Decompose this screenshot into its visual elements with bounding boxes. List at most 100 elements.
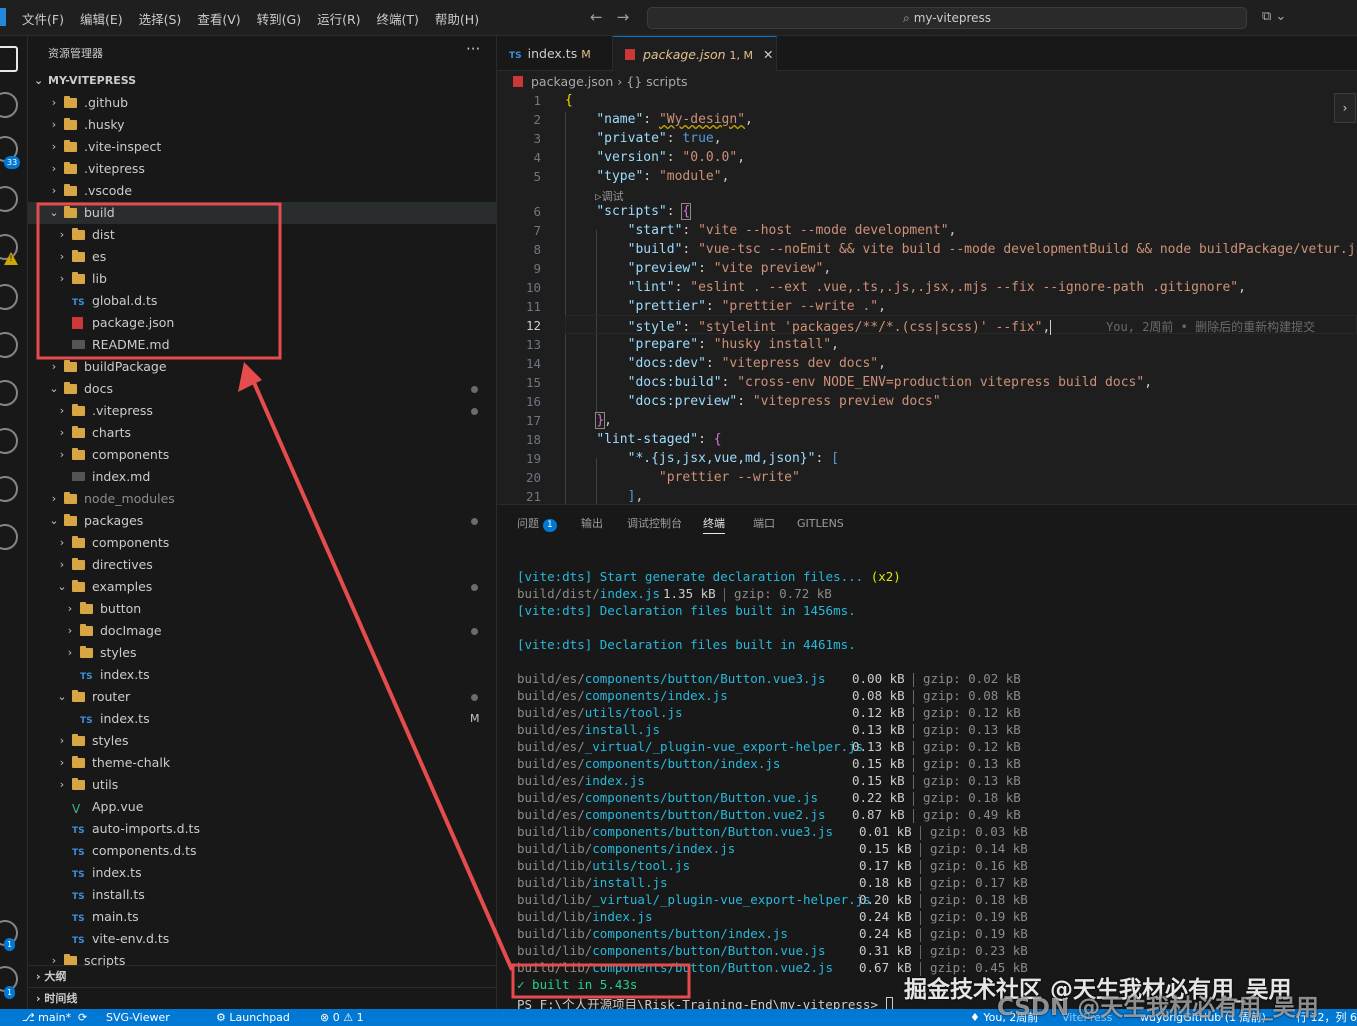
tree-item[interactable]: TS main.ts [28, 906, 496, 928]
tree-item[interactable]: › utils [28, 774, 496, 796]
tree-item[interactable]: ⌄ examples [28, 576, 496, 598]
tree-item[interactable]: TS vite-env.d.ts [28, 928, 496, 950]
breadcrumb-symbol[interactable]: {} scripts [626, 74, 687, 89]
tree-item[interactable]: › .vitepress [28, 158, 496, 180]
search-icon[interactable] [0, 92, 18, 118]
layout-control-icon[interactable]: ⧉ ⌄ [1262, 9, 1286, 24]
panel-tab[interactable]: 端口 [753, 515, 775, 533]
code-editor[interactable]: 1 2 3 4 5 6 7 8 9 10 11 12 13 14 15 16 1… [497, 93, 1357, 504]
tree-item[interactable]: › styles [28, 730, 496, 752]
chevron-right-icon: › [59, 448, 65, 461]
wx-icon[interactable] [0, 476, 18, 502]
tree-item[interactable]: › docImage [28, 620, 496, 642]
panel-tab[interactable]: 调试控制台 [627, 515, 682, 533]
tree-item[interactable]: TS global.d.ts [28, 290, 496, 312]
tree-item[interactable]: › .vscode [28, 180, 496, 202]
scm-badge: 33 [4, 156, 21, 169]
tree-item[interactable]: V App.vue [28, 796, 496, 818]
panel-tab[interactable]: 输出 [581, 515, 603, 533]
menu-item[interactable]: 终端(T) [377, 9, 419, 28]
debug-codelens[interactable]: ▷调试 [595, 188, 624, 204]
file-dir: build/lib/ [517, 943, 593, 958]
remote-icon[interactable] [0, 332, 18, 358]
menu-item[interactable]: 选择(S) [139, 9, 182, 28]
tree-item[interactable]: TS components.d.ts [28, 840, 496, 862]
problems-indicator[interactable]: ⊗ 0 ⚠ 1 [320, 1009, 364, 1026]
command-center[interactable]: ⌕ my-vitepress [647, 7, 1247, 29]
panel-tab[interactable]: 终端 [703, 515, 725, 534]
tree-item[interactable]: TS install.ts [28, 884, 496, 906]
tree-item[interactable]: ⌄ packages [28, 510, 496, 532]
tree-item[interactable]: › lib [28, 268, 496, 290]
folder-icon [72, 272, 85, 284]
folder-icon [72, 778, 85, 790]
menu-item[interactable]: 查看(V) [197, 9, 240, 28]
tree-item[interactable]: › .husky [28, 114, 496, 136]
menu-item[interactable]: 编辑(E) [80, 9, 123, 28]
tree-item[interactable]: TS index.ts [28, 862, 496, 884]
sync-icon[interactable]: ⟳ [78, 1009, 87, 1026]
tree-item[interactable]: › styles [28, 642, 496, 664]
tree-item[interactable]: › node_modules [28, 488, 496, 510]
tree-item[interactable]: ⌄ docs [28, 378, 496, 400]
code-line: "build": "vue-tsc --noEmit && vite build… [627, 242, 1357, 257]
tree-item[interactable]: ⌄ router [28, 686, 496, 708]
tree-item[interactable]: TS index.ts [28, 664, 496, 686]
tree-item[interactable]: › dist [28, 224, 496, 246]
tree-item[interactable]: › button [28, 598, 496, 620]
tab-index-ts[interactable]: TS index.ts M [497, 36, 613, 71]
run-debug-icon[interactable] [0, 186, 18, 212]
timeline-section[interactable]: › 时间线 [28, 987, 496, 1009]
close-icon[interactable]: ✕ [763, 47, 773, 62]
tree-item[interactable]: › .vitepress [28, 400, 496, 422]
file-gzip: gzip: 0.12 kB [923, 739, 1021, 754]
forward-arrow-icon[interactable]: → [617, 8, 644, 26]
tree-item[interactable]: › theme-chalk [28, 752, 496, 774]
branch-indicator[interactable]: ⎇ main* [22, 1009, 71, 1026]
terminal-separator [724, 588, 725, 602]
menu-item[interactable]: 运行(R) [317, 9, 360, 28]
tree-item[interactable]: › buildPackage [28, 356, 496, 378]
tab-package-json[interactable]: package.json 1, M ✕ [613, 36, 777, 71]
more-actions-icon[interactable]: ··· [466, 40, 480, 58]
expand-panel-button[interactable]: › [1334, 93, 1356, 123]
workspace-root[interactable]: ⌄ MY-VITEPRESS [34, 74, 136, 87]
tree-item[interactable]: index.md [28, 466, 496, 488]
svg-viewer-button[interactable]: SVG-Viewer [106, 1009, 170, 1026]
explorer-icon[interactable] [0, 46, 18, 72]
panel-tab[interactable]: 问题 1 [517, 515, 557, 533]
file-dir: build/lib/ [517, 909, 593, 924]
tree-item[interactable]: › components [28, 532, 496, 554]
share-icon[interactable] [0, 524, 18, 550]
back-arrow-icon[interactable]: ← [590, 8, 617, 26]
code-line: "private": true, [596, 131, 722, 146]
tree-item[interactable]: ⌄ build [28, 202, 496, 224]
outline-section[interactable]: › 大纲 [28, 965, 496, 987]
modified-dot [471, 584, 478, 591]
menu-item[interactable]: 转到(G) [257, 9, 301, 28]
tree-item[interactable]: › .vite-inspect [28, 136, 496, 158]
tree-item[interactable]: › es [28, 246, 496, 268]
tree-item[interactable]: package.json [28, 312, 496, 334]
menu-item[interactable]: 文件(F) [22, 9, 64, 28]
folder-icon [72, 426, 85, 438]
tree-item[interactable]: › .github [28, 92, 496, 114]
tree-item[interactable]: TS auto-imports.d.ts [28, 818, 496, 840]
chevron-right-icon: › [51, 96, 57, 109]
launchpad-button[interactable]: ⚙ Launchpad [216, 1009, 290, 1026]
tree-item[interactable]: › charts [28, 422, 496, 444]
tree-item[interactable]: › directives [28, 554, 496, 576]
watermark-csdn: CSDN @天生我材必有用_吴用 [997, 995, 1319, 1021]
testing-icon[interactable] [0, 284, 18, 310]
panel-tab[interactable]: GITLENS [797, 515, 844, 533]
manage-badge: 1 [4, 986, 16, 999]
git-blame-annotation: You, 2周前 • 删除后的重新构建提交 [1106, 320, 1316, 334]
tree-item[interactable]: TS index.ts M [28, 708, 496, 730]
breadcrumb-file[interactable]: package.json [531, 74, 613, 89]
docker-icon[interactable] [0, 428, 18, 454]
menu-item[interactable]: 帮助(H) [435, 9, 479, 28]
gitlens-icon[interactable] [0, 380, 18, 406]
terminal-line: [vite:dts] Declaration files built in 44… [517, 637, 856, 652]
tree-item[interactable]: › components [28, 444, 496, 466]
tree-item[interactable]: README.md [28, 334, 496, 356]
